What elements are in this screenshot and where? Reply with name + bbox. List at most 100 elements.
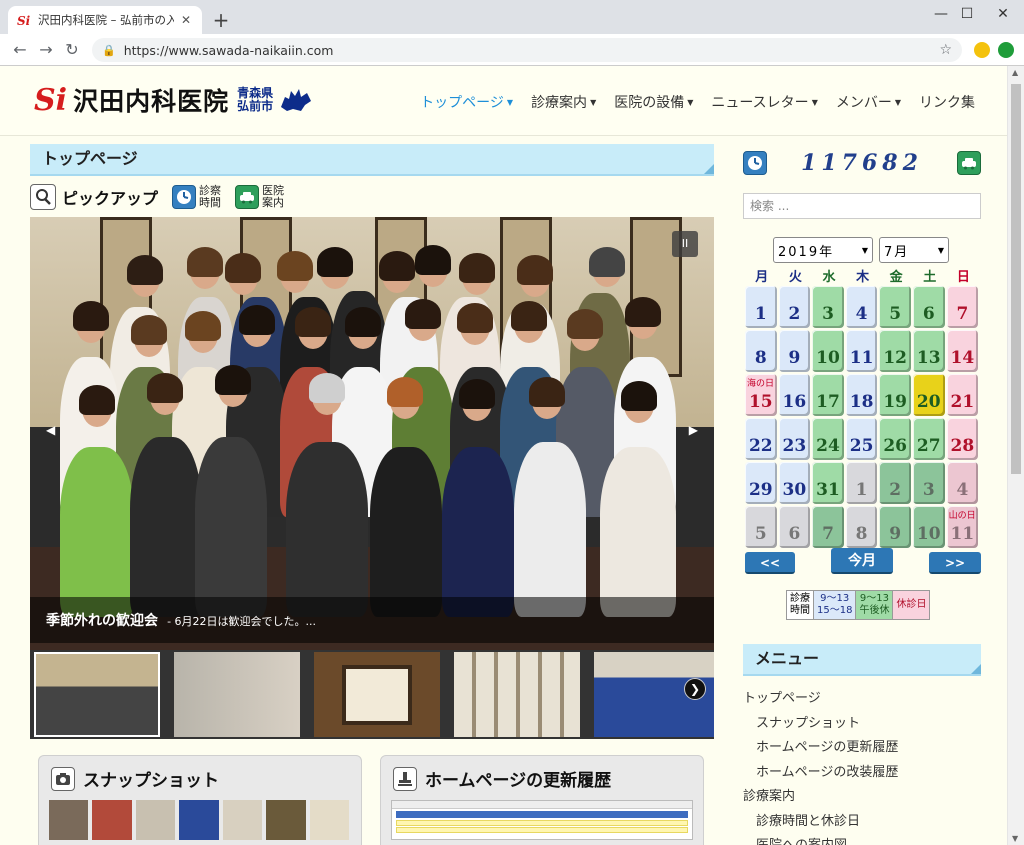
calendar-day[interactable]: 15 海の日	[745, 374, 777, 416]
calendar-day[interactable]: 3	[912, 462, 945, 504]
nav-members[interactable]: メンバー ▼	[836, 92, 901, 112]
menu-item[interactable]: 診療案内	[743, 785, 993, 810]
photo-slider[interactable]: II ◀ ▶ 季節外れの歓迎会 - 6月22日は歓迎会でした。...	[30, 217, 714, 650]
calendar-day[interactable]: 8	[845, 506, 878, 548]
calendar-day[interactable]: 8	[745, 330, 777, 372]
search-input[interactable]	[743, 193, 981, 219]
calendar-day[interactable]: 2	[778, 286, 811, 328]
slider-prev-icon[interactable]: ◀	[46, 423, 55, 437]
this-month-button[interactable]: 今月	[831, 548, 893, 574]
calendar-day[interactable]: 2	[879, 462, 911, 504]
calendar-day[interactable]: 5	[745, 506, 777, 548]
calendar-day[interactable]: 21	[946, 374, 979, 416]
calendar-day[interactable]: 9	[778, 330, 811, 372]
tab-close-icon[interactable]: ✕	[178, 13, 194, 27]
calendar-day[interactable]: 17	[812, 374, 844, 416]
calendar-day[interactable]: 16	[778, 374, 811, 416]
calendar-day-number: 20	[916, 392, 941, 412]
calendar-day[interactable]: 20	[912, 374, 945, 416]
menu-item[interactable]: 診療時間と休診日	[743, 810, 993, 835]
extension-icon[interactable]	[974, 42, 990, 58]
extension-green-icon[interactable]	[998, 42, 1014, 58]
calendar-day[interactable]: 4	[946, 462, 979, 504]
site-logo[interactable]: Si 沢田内科医院 青森県 弘前市	[34, 82, 313, 118]
menu-item[interactable]: 医院への案内図	[743, 834, 993, 845]
close-window-button[interactable]: ✕	[982, 0, 1024, 28]
calendar-day[interactable]: 1	[845, 462, 878, 504]
month-select[interactable]: 7月 ▼	[879, 237, 949, 263]
new-tab-icon[interactable]: +	[210, 8, 232, 32]
reload-icon[interactable]: ↻	[62, 40, 82, 60]
scroll-up-icon[interactable]: ▲	[1012, 68, 1018, 77]
calendar-day[interactable]: 5	[879, 286, 911, 328]
calendar-day-number: 15	[748, 392, 773, 412]
calendar-day[interactable]: 27	[912, 418, 945, 460]
calendar-day[interactable]: 23	[778, 418, 811, 460]
page-scrollbar[interactable]: ▲ ▼	[1007, 66, 1024, 845]
nav-facilities[interactable]: 医院の設備 ▼	[614, 92, 693, 112]
calendar-day[interactable]: 11 山の日	[946, 506, 979, 548]
slider-next-icon[interactable]: ▶	[689, 423, 698, 437]
thumbnails-next-icon[interactable]: ❯	[684, 678, 706, 700]
back-icon[interactable]: ←	[10, 40, 30, 60]
calendar-day[interactable]: 13	[912, 330, 945, 372]
calendar-day[interactable]: 6	[778, 506, 811, 548]
menu-item[interactable]: ホームページの更新履歴	[743, 736, 993, 761]
nav-links[interactable]: リンク集	[919, 92, 975, 112]
calendar-day-number: 3	[822, 304, 834, 324]
calendar-day[interactable]: 19	[879, 374, 911, 416]
calendar-day[interactable]: 24	[812, 418, 844, 460]
calendar-day[interactable]: 22	[745, 418, 777, 460]
thumbnail-calligraphy[interactable]	[314, 652, 440, 737]
address-bar[interactable]: 🔒 https://www.sawada-naikaiin.com ☆	[92, 38, 962, 62]
thumbnail-portrait[interactable]	[174, 652, 300, 737]
calendar-day[interactable]: 26	[879, 418, 911, 460]
calendar-day[interactable]: 10	[912, 506, 945, 548]
menu-item[interactable]: スナップショット	[743, 712, 993, 737]
calendar-day[interactable]: 11	[845, 330, 878, 372]
year-select[interactable]: 2019年 ▼	[773, 237, 873, 263]
next-month-button[interactable]: >>	[929, 552, 981, 574]
calendar-day[interactable]: 30	[778, 462, 811, 504]
nav-newsletter[interactable]: ニュースレター ▼	[711, 92, 817, 112]
calendar-day[interactable]: 7	[946, 286, 979, 328]
hours-link[interactable]: 診察 時間	[172, 185, 221, 209]
thumbnail-group[interactable]	[34, 652, 160, 737]
calendar-day-number: 2	[788, 304, 801, 324]
calendar-day[interactable]: 12	[879, 330, 911, 372]
calendar-day-number: 19	[883, 392, 907, 412]
menu-item[interactable]: トップページ	[743, 687, 993, 712]
calendar-day[interactable]: 6	[912, 286, 945, 328]
scroll-thumb[interactable]	[1011, 84, 1021, 474]
calendar-day[interactable]: 1	[745, 286, 777, 328]
nav-top[interactable]: トップページ ▼	[420, 92, 513, 112]
calendar-day[interactable]: 14	[946, 330, 979, 372]
calendar-day[interactable]: 9	[879, 506, 911, 548]
slider-pause-button[interactable]: II	[672, 231, 698, 257]
calendar-day[interactable]: 25	[845, 418, 878, 460]
bookmark-star-icon[interactable]: ☆	[939, 42, 952, 58]
calendar-day[interactable]: 4	[845, 286, 878, 328]
calendar-day[interactable]: 7	[812, 506, 844, 548]
calendar-day[interactable]: 31	[812, 462, 844, 504]
forward-icon[interactable]: →	[36, 40, 56, 60]
visitor-counter: 117682	[743, 149, 981, 177]
prev-month-button[interactable]: <<	[745, 552, 795, 574]
calendar-day[interactable]: 10	[812, 330, 844, 372]
browser-tab[interactable]: Si 沢田内科医院 – 弘前市の入院設備 ✕	[8, 6, 202, 34]
calendar-day[interactable]: 29	[745, 462, 777, 504]
slide-caption[interactable]: 季節外れの歓迎会 - 6月22日は歓迎会でした。...	[30, 597, 714, 643]
calendar-day[interactable]: 18	[845, 374, 878, 416]
snapshot-card[interactable]: スナップショット	[38, 755, 362, 845]
nav-clinic-info[interactable]: 診療案内 ▼	[531, 92, 596, 112]
calendar-day-number: 7	[822, 524, 834, 544]
menu-item[interactable]: ホームページの改装履歴	[743, 761, 993, 786]
update-history-card[interactable]: ホームページの更新履歴	[380, 755, 704, 845]
guide-link[interactable]: 医院 案内	[235, 185, 284, 209]
calendar-day[interactable]: 3	[812, 286, 844, 328]
thumbnail-books[interactable]	[454, 652, 580, 737]
car-icon	[235, 185, 260, 209]
scroll-down-icon[interactable]: ▼	[1012, 834, 1018, 843]
calendar-day[interactable]: 28	[946, 418, 979, 460]
calendar-day-number: 5	[754, 524, 767, 544]
